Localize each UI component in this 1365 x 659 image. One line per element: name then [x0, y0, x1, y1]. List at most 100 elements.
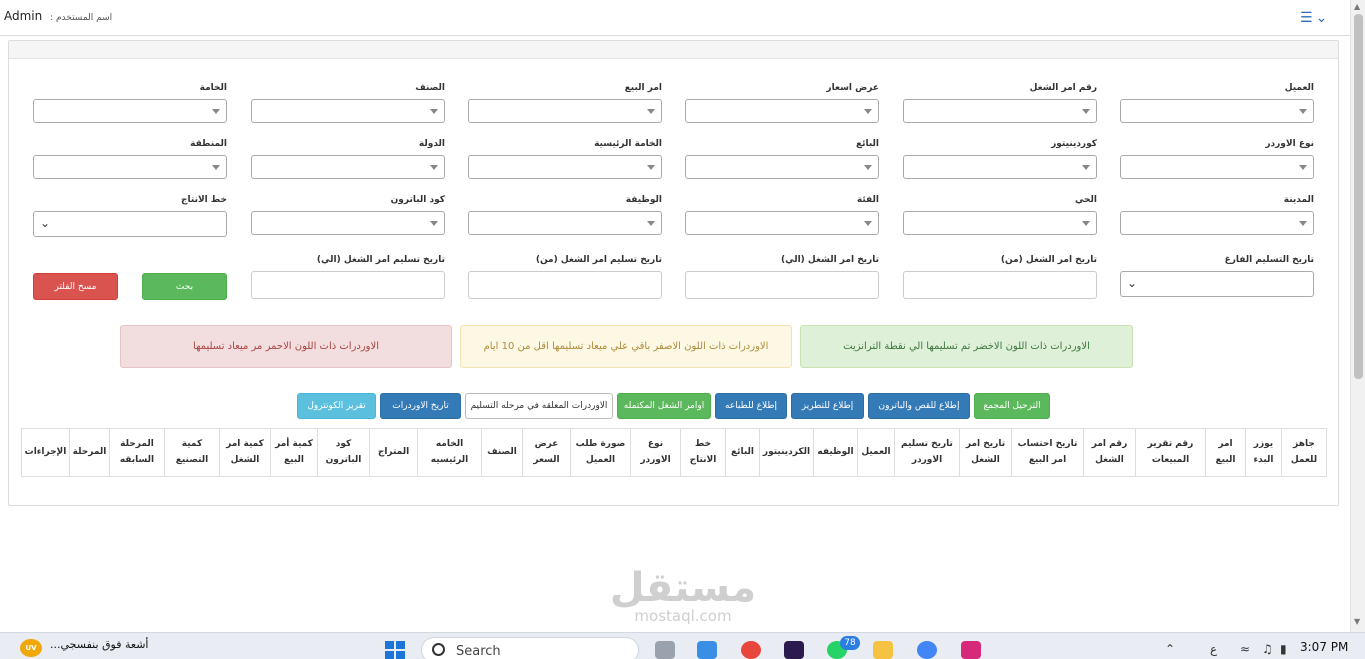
- production-line-select[interactable]: ⌄: [33, 211, 227, 237]
- work-order-date-to-input[interactable]: [685, 271, 879, 299]
- seller-select[interactable]: [685, 155, 879, 179]
- filter-order-type: نوع الاوردر: [1120, 139, 1314, 179]
- column-header[interactable]: كمية التصنيع: [164, 428, 220, 477]
- job-select[interactable]: [468, 211, 662, 235]
- caret-down-icon: [1299, 165, 1307, 170]
- embroidery-view-button[interactable]: إطلاع للتطريز: [791, 393, 864, 419]
- scrollbar-thumb[interactable]: [1354, 14, 1363, 379]
- column-header[interactable]: المرحلة: [69, 428, 110, 477]
- menu-toggle-button[interactable]: ☰ ⌄: [1300, 8, 1336, 28]
- instagram-icon[interactable]: [961, 641, 981, 659]
- pending-delivery-orders-button[interactable]: الاوردرات المعلقه في مرحله التسليم: [465, 393, 613, 419]
- news-widget[interactable]: أشعة فوق بنفسجي...: [50, 638, 148, 651]
- column-header[interactable]: كمية امر الشغل: [219, 428, 271, 477]
- column-header[interactable]: كمية أمر البيع: [270, 428, 318, 477]
- filter-empty-delivery-date: تاريخ التسليم الفارغ ⌄: [1120, 255, 1314, 297]
- empty-delivery-date-select[interactable]: ⌄: [1120, 271, 1314, 297]
- item-select[interactable]: [251, 99, 445, 123]
- column-header[interactable]: البائع: [725, 428, 760, 477]
- weather-icon[interactable]: UV: [20, 639, 42, 657]
- work-order-date-from-input[interactable]: [903, 271, 1097, 299]
- clear-filter-button[interactable]: مسح الفلتر: [33, 273, 118, 300]
- cutting-pattern-view-button[interactable]: إطلاع للقص والباترون: [868, 393, 970, 419]
- column-header[interactable]: جاهز للعمل: [1281, 428, 1327, 477]
- column-header[interactable]: الوظيفه: [813, 428, 858, 477]
- work-order-select[interactable]: [903, 99, 1097, 123]
- column-header[interactable]: الإجراءات: [21, 428, 70, 477]
- country-select[interactable]: [251, 155, 445, 179]
- chrome-profile-icon[interactable]: [917, 641, 937, 659]
- battery-icon[interactable]: ▮: [1280, 642, 1287, 656]
- windows-start-icon[interactable]: [385, 641, 405, 659]
- scroll-down-icon[interactable]: ▼: [1354, 617, 1360, 626]
- bulk-transfer-button[interactable]: الترحيل المجمع: [974, 393, 1050, 419]
- orders-history-button[interactable]: تاريخ الاوردرات: [380, 393, 461, 419]
- delivery-date-from-input[interactable]: [468, 271, 662, 299]
- coordinator-select[interactable]: [903, 155, 1097, 179]
- delivery-date-to-input[interactable]: [251, 271, 445, 299]
- category-select[interactable]: [685, 211, 879, 235]
- column-header[interactable]: تاريخ امر الشغل: [959, 428, 1012, 477]
- column-header[interactable]: صورة طلب العميل: [570, 428, 631, 477]
- folder-icon[interactable]: [873, 641, 893, 659]
- orders-table: جاهز للعمل يوزر البدء امر البيع رقم تقري…: [21, 428, 1327, 477]
- sales-order-select[interactable]: [468, 99, 662, 123]
- quote-select[interactable]: [685, 99, 879, 123]
- caret-down-icon: [430, 109, 438, 114]
- column-header[interactable]: تاريخ تسليم الاوردر: [894, 428, 960, 477]
- filter-seller: البائع: [685, 139, 879, 179]
- filter-category: الفئة: [685, 195, 879, 235]
- chevron-up-icon[interactable]: ⌃: [1165, 642, 1175, 656]
- column-header[interactable]: الصنف: [481, 428, 523, 477]
- column-header[interactable]: الخامه الرئيسيه: [417, 428, 482, 477]
- wifi-icon[interactable]: ≈: [1240, 642, 1250, 656]
- customer-select[interactable]: [1120, 99, 1314, 123]
- panel-header: [9, 41, 1338, 59]
- caret-down-icon: [1299, 109, 1307, 114]
- user-info: Admin : اسم المستخدم: [4, 9, 112, 23]
- column-header[interactable]: رقم تقرير المبيعات: [1135, 428, 1206, 477]
- scroll-up-icon[interactable]: ▲: [1354, 2, 1360, 11]
- city-select[interactable]: [1120, 211, 1314, 235]
- alert-green-legend: الاوردرات ذات اللون الاخضر تم تسليمها ال…: [800, 325, 1133, 368]
- filter-label: البائع: [855, 139, 879, 149]
- search-button[interactable]: بحث: [142, 273, 227, 300]
- order-type-select[interactable]: [1120, 155, 1314, 179]
- column-header[interactable]: المتراج: [369, 428, 418, 477]
- caret-down-icon: [864, 221, 872, 226]
- volume-icon[interactable]: ♫: [1262, 642, 1273, 656]
- completed-work-orders-button[interactable]: اوامر الشغل المكتمله: [617, 393, 711, 419]
- column-header[interactable]: عرض السعر: [522, 428, 571, 477]
- language-indicator[interactable]: ع: [1210, 642, 1217, 656]
- column-header[interactable]: العميل: [857, 428, 895, 477]
- caret-down-icon: [1299, 221, 1307, 226]
- column-header[interactable]: نوع الاوردر: [630, 428, 681, 477]
- control-report-button[interactable]: تقرير الكونترول: [297, 393, 376, 419]
- taskbar-search[interactable]: Search: [421, 637, 639, 659]
- photoshop-icon[interactable]: [784, 641, 804, 659]
- filter-customer: العميل: [1120, 83, 1314, 123]
- column-header[interactable]: يوزر البدء: [1245, 428, 1282, 477]
- caret-down-icon: [212, 109, 220, 114]
- chrome-icon[interactable]: [741, 641, 761, 659]
- material-select[interactable]: [33, 99, 227, 123]
- district-select[interactable]: [903, 211, 1097, 235]
- column-header[interactable]: كود الباترون: [317, 428, 370, 477]
- copilot-icon[interactable]: [697, 641, 717, 659]
- page-scrollbar[interactable]: ▲ ▼: [1350, 0, 1365, 632]
- column-header[interactable]: امر البيع: [1205, 428, 1246, 477]
- column-header[interactable]: خط الانتاج: [680, 428, 726, 477]
- main-material-select[interactable]: [468, 155, 662, 179]
- pattern-code-select[interactable]: [251, 211, 445, 235]
- caret-down-icon: [1082, 165, 1090, 170]
- column-header[interactable]: رقم امر الشغل: [1083, 428, 1136, 477]
- printing-view-button[interactable]: إطلاع للطباعه: [715, 393, 787, 419]
- column-header[interactable]: المرحلة السابقه: [109, 428, 165, 477]
- filter-label: تاريخ امر الشغل (من): [1000, 255, 1097, 265]
- task-view-icon[interactable]: [655, 641, 675, 659]
- column-header[interactable]: تاريخ احتساب امر البيع: [1011, 428, 1084, 477]
- taskbar-clock[interactable]: 3:07 PM: [1300, 640, 1348, 654]
- chevron-down-icon: ⌄: [40, 216, 51, 230]
- column-header[interactable]: الكردينيتور: [759, 428, 814, 477]
- region-select[interactable]: [33, 155, 227, 179]
